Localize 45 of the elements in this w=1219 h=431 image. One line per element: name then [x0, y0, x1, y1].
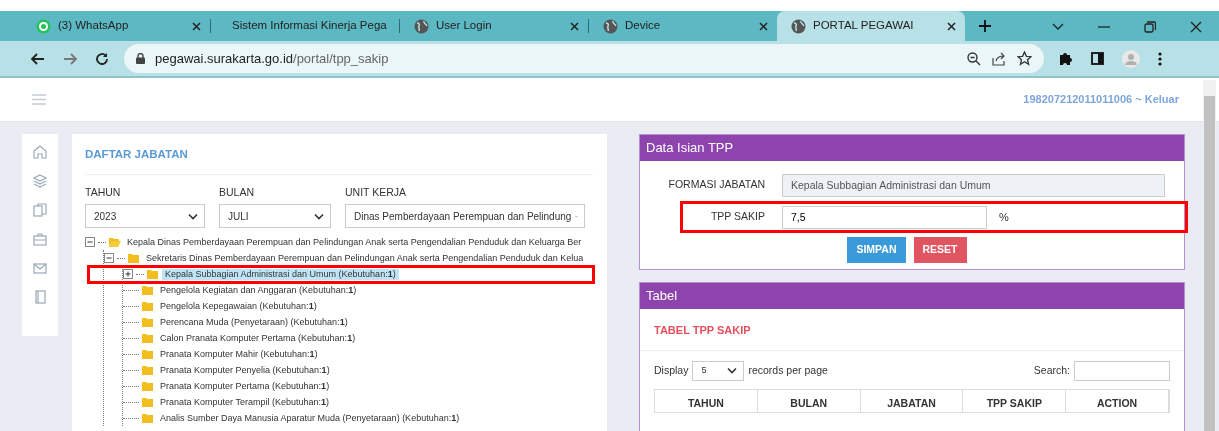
- field-label: TPP SAKIP: [709, 209, 766, 225]
- tree-item[interactable]: Sekretaris Dinas Pemberdayaan Perempuan dan Pelindungan Anak serta Pengendalian Penduduk dan Kelua: [143, 252, 587, 264]
- field-label: TAHUN: [85, 185, 122, 201]
- page-size-dropdown[interactable]: 5: [692, 360, 745, 381]
- search-label: Search:: [1033, 362, 1070, 378]
- input-field[interactable]: 7,5: [782, 205, 987, 229]
- browser-tab[interactable]: Sistem Informasi Kinerja Pega: [211, 11, 399, 41]
- panel-header: Tabel: [640, 283, 1184, 309]
- panel-header: Data Isian TPP: [640, 135, 1184, 161]
- field-label: FORMASI JABATAN: [667, 177, 766, 193]
- tree-item[interactable]: Calon Pranata Komputer Pertama (Kebutuhan:1): [157, 332, 359, 344]
- tree-item[interactable]: Pranata Komputer Pertama (Kebutuhan:1): [157, 380, 333, 392]
- table-title: TABEL TPP SAKIP: [640, 309, 1184, 351]
- url-path: /portal/tpp_sakip: [293, 50, 389, 66]
- column-header[interactable]: BULAN: [757, 389, 861, 412]
- tree-item[interactable]: Perencana Muda (Penyetaraan) (Kebutuhan:1): [157, 316, 351, 328]
- column-header[interactable]: JABATAN: [860, 389, 964, 412]
- tree-item[interactable]: Pengelola Kegiatan dan Anggaran (Kebutuhan:1): [157, 284, 360, 296]
- url-host: pegawai.surakarta.go.id: [155, 50, 294, 66]
- tree-item[interactable]: Pranata Komputer Penyelia (Kebutuhan:1): [157, 364, 333, 376]
- records-label: records per page: [748, 362, 828, 378]
- tree-item[interactable]: Pengelola Kepegawaian (Kebutuhan:1): [157, 300, 320, 312]
- display-label: Display: [654, 362, 689, 378]
- browser-tab[interactable]: (3) WhatsApp: [22, 11, 210, 41]
- browser-tab[interactable]: User Login: [400, 11, 588, 41]
- tree-item[interactable]: Analis Sumber Daya Manusia Aparatur Muda (Penyetaraan) (Kebutuhan:1): [157, 412, 463, 424]
- unit-label: %: [999, 209, 1009, 225]
- field-label: UNIT KERJA: [345, 185, 408, 201]
- tree-item[interactable]: Kepala Subbagian Administrasi dan Umum (Kebutuhan:1): [162, 268, 399, 280]
- tree-item[interactable]: Pranata Komputer Terampil (Kebutuhan:1): [157, 396, 332, 408]
- address-bar[interactable]: pegawai.surakarta.go.id/portal/tpp_sakip: [124, 44, 1044, 73]
- browser-tab[interactable]: PORTAL PEGAWAI: [777, 11, 965, 41]
- column-header[interactable]: TPP SAKIP: [963, 389, 1067, 412]
- column-header[interactable]: ACTION: [1066, 389, 1169, 412]
- card-title: DAFTAR JABATAN: [85, 144, 593, 176]
- field-label: BULAN: [219, 185, 255, 201]
- input-field: Kepala Subbagian Administrasi dan Umum: [782, 173, 1165, 197]
- tree-item[interactable]: Kepala Dinas Pemberdayaan Perempuan dan Pelindungan Anak serta Pengendalian Penduduk dan Keluarga Ber: [124, 236, 585, 248]
- tree-item[interactable]: Pranata Komputer Mahir (Kebutuhan:1): [157, 348, 321, 360]
- dropdown[interactable]: Dinas Pemberdayaan Perempuan dan Pelindung: [345, 204, 585, 228]
- reset-button[interactable]: RESET: [913, 237, 967, 263]
- dropdown[interactable]: JULI: [219, 204, 331, 228]
- dropdown[interactable]: 2023: [85, 204, 205, 228]
- column-header[interactable]: TAHUN: [655, 389, 758, 412]
- browser-tab[interactable]: Device: [589, 11, 777, 41]
